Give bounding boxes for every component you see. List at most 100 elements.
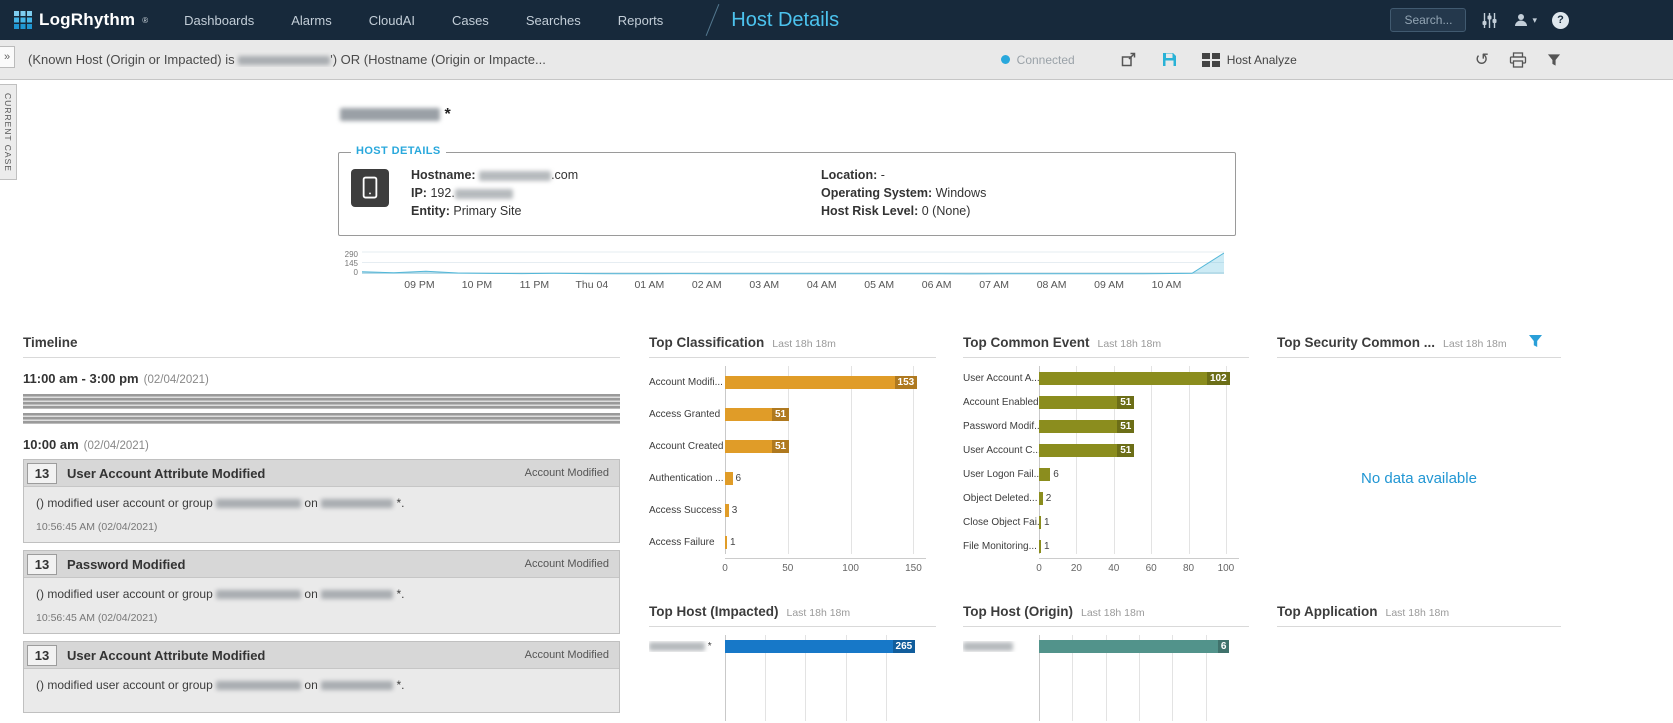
x-axis-tick: 80 [1183, 563, 1194, 574]
bar[interactable]: 265 [725, 640, 915, 653]
nav-item-alarms[interactable]: Alarms [291, 13, 331, 28]
sparkline-x-tick: 01 AM [634, 279, 664, 291]
x-axis-tick: 40 [1108, 563, 1119, 574]
bar-value-label: 51 [1117, 420, 1134, 433]
bar[interactable] [725, 472, 733, 485]
sparkline-x-tick: 07 AM [979, 279, 1009, 291]
top-host-origin-panel: Top Host (Origin) Last 18h 18m 6 [963, 604, 1249, 721]
bar-category-label: * [649, 641, 725, 652]
bar[interactable] [1039, 540, 1041, 553]
timeline-group-time: 10:00 am(02/04/2021) [23, 437, 620, 452]
bar[interactable]: 51 [1039, 396, 1134, 409]
host-details-box: HOST DETAILS Hostname: .com IP: 192. Ent… [338, 152, 1236, 236]
timeline-event-card[interactable]: 13 User Account Attribute Modified Accou… [23, 641, 620, 713]
current-case-tab[interactable]: CURRENT CASE [0, 84, 17, 180]
chart-x-axis: 020406080100 [1039, 558, 1239, 576]
bar-category-label: Object Deleted... [963, 493, 1039, 504]
bar[interactable]: 102 [1039, 372, 1230, 385]
save-search-icon[interactable] [1161, 51, 1178, 68]
search-filter-bar: (Known Host (Origin or Impacted) is ') O… [0, 40, 1673, 80]
bar[interactable] [725, 536, 727, 549]
redacted-text [216, 590, 301, 599]
panel-title: Top Common Event [963, 335, 1090, 350]
bar-row: Account Modifi...153 [649, 376, 936, 389]
bar[interactable]: 153 [725, 376, 917, 389]
search-query-text[interactable]: (Known Host (Origin or Impacted) is ') O… [28, 52, 546, 67]
timeline-event-card[interactable]: 13 Password Modified Account Modified ()… [23, 550, 620, 634]
bar[interactable] [1039, 468, 1050, 481]
undo-icon[interactable]: ↺ [1475, 52, 1489, 68]
host-analyze-icon [1202, 53, 1220, 67]
nav-item-cloudai[interactable]: CloudAI [369, 13, 415, 28]
hostname-row: Hostname: .com [411, 166, 821, 184]
caret-down-icon: ▾ [1532, 15, 1537, 26]
bar-row: Password Modif...51 [963, 420, 1249, 433]
bar[interactable]: 51 [725, 408, 789, 421]
host-analyze-label: Host Analyze [1227, 53, 1297, 67]
timeline-event-card[interactable]: 13 User Account Attribute Modified Accou… [23, 459, 620, 543]
bar[interactable]: 51 [1039, 444, 1134, 457]
logo-grid-icon [14, 11, 32, 29]
event-description: () modified user account or group on *. [36, 496, 607, 510]
x-axis-tick: 20 [1071, 563, 1082, 574]
bar-category-label: User Account C... [963, 445, 1039, 456]
host-title-star: * [444, 106, 450, 123]
sliders-icon[interactable] [1481, 12, 1498, 29]
bar-row: Account Created51 [649, 440, 936, 453]
bar-value-label: 51 [1117, 444, 1134, 457]
bar-category-label: Account Enabled [963, 397, 1039, 408]
help-icon[interactable]: ? [1552, 12, 1569, 29]
event-category: Account Modified [525, 467, 619, 479]
event-title: Password Modified [67, 557, 525, 572]
page-title: Host Details [731, 9, 839, 32]
bar-category-label: Access Failure [649, 537, 725, 548]
collapsed-events[interactable] [23, 394, 620, 424]
bar-category-label: Account Created [649, 441, 725, 452]
search-button[interactable]: Search... [1390, 8, 1466, 32]
event-description: () modified user account or group on *. [36, 678, 607, 692]
pop-out-icon[interactable] [1120, 51, 1137, 68]
sparkline-chart [362, 251, 1224, 275]
top-application-panel: Top Application Last 18h 18m [1277, 604, 1561, 627]
nav-item-searches[interactable]: Searches [526, 13, 581, 28]
x-axis-tick: 50 [782, 563, 793, 574]
bar-row: Access Failure1 [649, 536, 936, 549]
redacted-text [479, 171, 551, 181]
redacted-text [216, 681, 301, 690]
bar-category-label: Authentication ... [649, 473, 725, 484]
sparkline-x-tick: 08 AM [1037, 279, 1067, 291]
logrhythm-logo[interactable]: LogRhythm ® [14, 10, 148, 30]
bar-row: Authentication ...6 [649, 472, 936, 485]
bar[interactable] [1039, 516, 1041, 529]
nav-item-cases[interactable]: Cases [452, 13, 489, 28]
nav-item-dashboards[interactable]: Dashboards [184, 13, 254, 28]
bar[interactable]: 6 [1039, 640, 1229, 653]
user-menu-button[interactable]: ▾ [1513, 12, 1537, 28]
host-analyze-button[interactable]: Host Analyze [1202, 53, 1297, 67]
bar-category-label [963, 641, 1039, 652]
event-count-badge: 13 [27, 645, 57, 666]
host-origin-bar-chart: 6 [963, 635, 1249, 721]
sparkline-x-tick: 11 PM [520, 279, 550, 291]
chart-x-axis: 050100150 [725, 558, 926, 576]
bar-value-label: 1 [1044, 541, 1050, 552]
bar-value-label: 6 [1218, 640, 1230, 653]
sparkline-x-tick: 06 AM [922, 279, 952, 291]
bar-row: Access Success3 [649, 504, 936, 517]
sparkline-x-tick: Thu 04 [576, 279, 609, 291]
filter-icon[interactable] [1547, 53, 1561, 67]
top-classification-panel: Top Classification Last 18h 18m Account … [649, 335, 936, 576]
bar[interactable] [1039, 492, 1043, 505]
print-icon[interactable] [1509, 52, 1527, 68]
bar[interactable]: 51 [1039, 420, 1134, 433]
event-category: Account Modified [525, 558, 619, 570]
expand-panel-button[interactable]: » [0, 46, 15, 68]
common-event-bar-chart: User Account A...102Account Enabled51Pas… [963, 366, 1249, 576]
risk-row: Host Risk Level: 0 (None) [821, 202, 986, 220]
panel-filter-icon[interactable] [1528, 334, 1543, 353]
nav-item-reports[interactable]: Reports [618, 13, 664, 28]
event-title: User Account Attribute Modified [67, 648, 525, 663]
bar[interactable]: 51 [725, 440, 789, 453]
x-axis-tick: 0 [722, 563, 728, 574]
bar[interactable] [725, 504, 729, 517]
